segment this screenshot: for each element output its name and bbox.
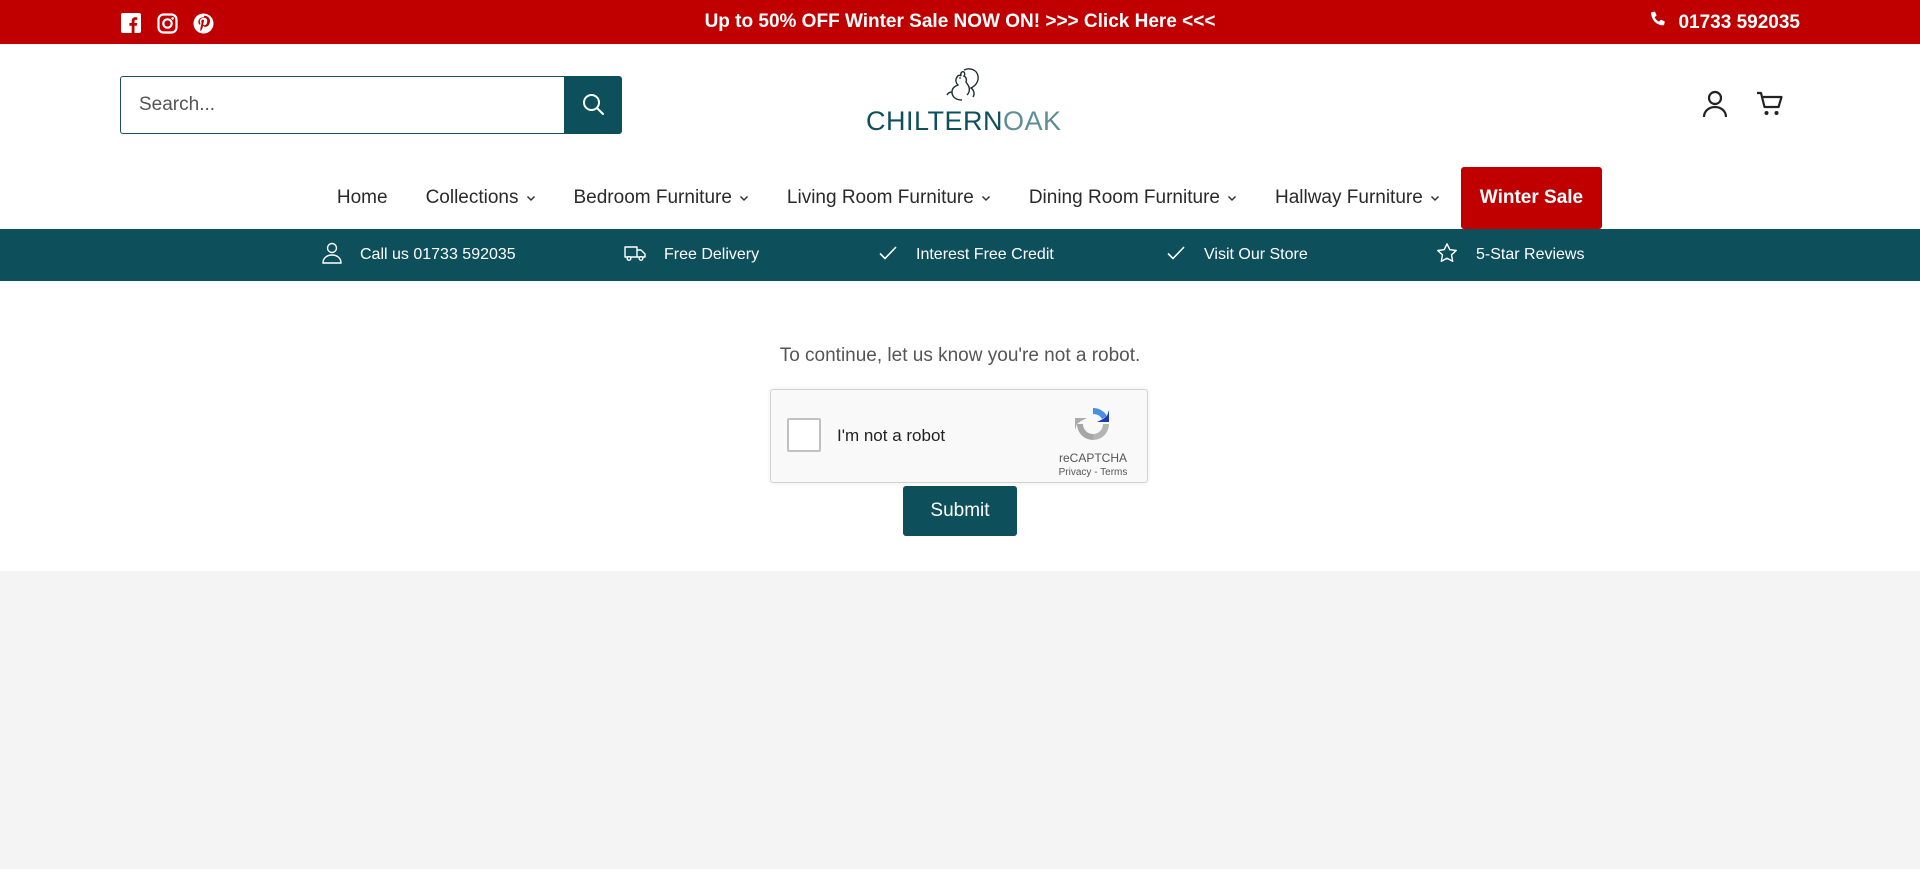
delivery-truck-icon xyxy=(624,244,646,267)
header-actions xyxy=(1702,90,1784,123)
recaptcha-branding: reCAPTCHA Privacy - Terms xyxy=(1053,404,1133,478)
phone-link[interactable]: 01733 592035 xyxy=(1648,11,1800,35)
check-icon xyxy=(1166,245,1186,266)
main-navigation: Home Collections Bedroom Furniture Livin… xyxy=(0,167,1920,229)
person-icon xyxy=(322,242,342,269)
chevron-down-icon xyxy=(739,195,748,202)
squirrel-logo-icon xyxy=(936,66,984,107)
search-form xyxy=(120,76,622,134)
phone-number: 01733 592035 xyxy=(1678,12,1800,33)
recaptcha-label: I'm not a robot xyxy=(837,426,946,445)
search-input[interactable] xyxy=(120,76,564,134)
recaptcha-logo-icon xyxy=(1073,407,1113,448)
logo-wordmark: CHILTERNOAK xyxy=(866,106,1062,136)
chevron-down-icon xyxy=(1430,195,1439,202)
nav-item-dining-room-furniture[interactable]: Dining Room Furniture xyxy=(1010,167,1256,229)
check-icon xyxy=(878,245,898,266)
recaptcha-widget: I'm not a robot reCAPTCHA Privacy - Term… xyxy=(770,389,1148,483)
cart-icon[interactable] xyxy=(1756,90,1784,123)
usp-bar: Call us 01733 592035 Free Delivery Inter… xyxy=(0,229,1920,281)
nav-item-collections[interactable]: Collections xyxy=(407,167,555,229)
nav-item-hallway-furniture[interactable]: Hallway Furniture xyxy=(1256,167,1459,229)
account-icon[interactable] xyxy=(1702,90,1728,123)
site-header: CHILTERNOAK Home Collections Bedroom Fur… xyxy=(0,44,1920,229)
site-logo[interactable]: CHILTERNOAK xyxy=(866,66,1061,138)
usp-reviews: 5-Star Reviews xyxy=(1436,229,1584,281)
chevron-down-icon xyxy=(1227,195,1236,202)
nav-item-bedroom-furniture[interactable]: Bedroom Furniture xyxy=(555,167,768,229)
usp-delivery: Free Delivery xyxy=(624,229,759,281)
challenge-section: To continue, let us know you're not a ro… xyxy=(0,281,1920,571)
recaptcha-brand-name: reCAPTCHA xyxy=(1058,451,1127,465)
star-icon xyxy=(1436,242,1458,269)
search-icon xyxy=(581,92,605,119)
phone-icon xyxy=(1648,11,1666,35)
nav-item-winter-sale[interactable]: Winter Sale xyxy=(1460,167,1603,229)
chevron-down-icon xyxy=(526,195,535,202)
recaptcha-privacy-terms-link[interactable]: Privacy - Terms xyxy=(1053,467,1133,478)
challenge-prompt: To continue, let us know you're not a ro… xyxy=(779,345,1141,366)
recaptcha-checkbox[interactable] xyxy=(787,418,821,452)
nav-item-living-room-furniture[interactable]: Living Room Furniture xyxy=(768,167,1010,229)
announcement-bar: Up to 50% OFF Winter Sale NOW ON! >>> Cl… xyxy=(0,0,1920,44)
usp-credit: Interest Free Credit xyxy=(878,229,1054,281)
sale-announcement-link[interactable]: Up to 50% OFF Winter Sale NOW ON! >>> Cl… xyxy=(0,11,1920,33)
usp-store: Visit Our Store xyxy=(1166,229,1308,281)
search-button[interactable] xyxy=(564,76,622,134)
submit-button[interactable]: Submit xyxy=(903,486,1017,536)
usp-call: Call us 01733 592035 xyxy=(322,229,516,281)
chevron-down-icon xyxy=(981,195,990,202)
nav-item-home[interactable]: Home xyxy=(318,167,407,229)
